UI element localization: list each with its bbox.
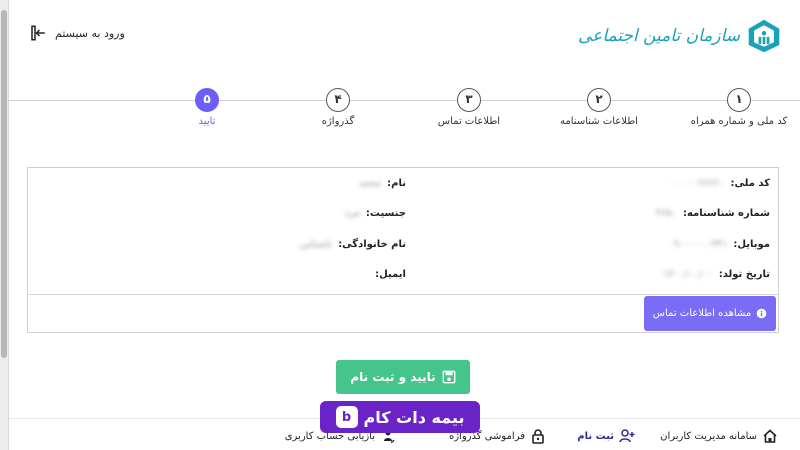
login-link[interactable]: ورود به سیستم [29, 24, 125, 42]
id-number-field: شماره شناسنامه: ۳۶۵۰ [655, 208, 770, 219]
last-name-field: نام خانوادگی: ناشناس [300, 239, 406, 250]
lock-icon [532, 429, 544, 444]
user-details-card: کد ملی: ۰۰۰۰۰۶۶۶۶۰ شماره شناسنامه: ۳۶۵۰ … [27, 167, 779, 333]
scrollbar-thumb[interactable] [1, 10, 7, 358]
step-circle: ۴ [326, 88, 350, 112]
step-label: تایید [198, 116, 216, 127]
step-birth-certificate: ٢ اطلاعات شناسنامه [529, 88, 669, 127]
step-label: اطلاعات شناسنامه [560, 116, 638, 127]
step-circle: ۵ [195, 88, 219, 112]
footer-register-label: ثبت نام [577, 430, 614, 442]
national-code-value: ۰۰۰۰۰۶۶۶۶۰ [670, 178, 725, 189]
mobile-value: ۰۹۰۰۰۰۰۰۳۴۱ [668, 239, 728, 250]
logo-mark-icon [748, 19, 780, 53]
last-name-value: ناشناس [299, 239, 333, 250]
contact-button-label: مشاهده اطلاعات تماس [652, 308, 752, 319]
footer-register[interactable]: ثبت نام [577, 428, 635, 444]
stepper: ١ کد ملی و شماره همراه ٢ اطلاعات شناسنام… [9, 88, 800, 138]
gender-field: جنسیت: مرد [345, 208, 406, 219]
watermark-logo-icon: b [335, 406, 358, 428]
login-label: ورود به سیستم [55, 26, 125, 40]
watermark-text: بیمه دات کام [363, 407, 465, 427]
logo: سازمان تامین اجتماعی [578, 18, 782, 54]
gender-label: جنسیت: [365, 208, 406, 219]
view-contact-info-button[interactable]: مشاهده اطلاعات تماس [644, 296, 776, 331]
step-password: ۴ گذرواژه [268, 88, 408, 127]
home-icon [763, 429, 777, 443]
header: ورود به سیستم سازمان تامین اجتماعی [9, 0, 800, 90]
birth-date-value: ۱۳۰۰/۰۰/۰۰ [663, 269, 713, 280]
gender-value: مرد [344, 208, 360, 219]
step-circle: ٣ [457, 88, 481, 112]
sign-in-icon [31, 25, 45, 41]
step-contact-info: ٣ اطلاعات تماس [399, 88, 539, 127]
step-confirm: ۵ تایید [137, 88, 277, 127]
save-icon [442, 370, 456, 384]
id-number-value: ۳۶۵۰ [655, 208, 677, 219]
logo-text: سازمان تامین اجتماعی [578, 26, 740, 46]
step-label: گذرواژه [321, 116, 355, 127]
step-label: کد ملی و شماره همراه [690, 116, 788, 127]
email-label: ایمیل: [375, 269, 406, 280]
first-name-label: نام: [387, 178, 406, 189]
email-field: ایمیل: [369, 269, 406, 280]
step-circle: ١ [727, 88, 751, 112]
mobile-label: موبایل: [733, 239, 770, 250]
confirm-button-label: تایید و ثبت نام [350, 370, 436, 384]
info-circle-icon [756, 308, 767, 319]
footer-user-management-label: سامانه مدیریت کاربران [660, 430, 757, 442]
step-national-code: ١ کد ملی و شماره همراه [669, 88, 800, 127]
step-circle: ٢ [587, 88, 611, 112]
confirm-register-button[interactable]: تایید و ثبت نام [336, 360, 470, 394]
mobile-field: موبایل: ۰۹۰۰۰۰۰۰۳۴۱ [668, 239, 770, 250]
card-divider [28, 294, 778, 295]
vertical-scrollbar[interactable] [0, 0, 9, 450]
national-code-field: کد ملی: ۰۰۰۰۰۶۶۶۶۰ [671, 178, 770, 189]
national-code-label: کد ملی: [730, 178, 770, 189]
user-plus-icon [619, 429, 635, 443]
birth-date-label: تاریخ تولد: [718, 269, 770, 280]
watermark-banner: بیمه دات کام b [320, 401, 480, 433]
step-label: اطلاعات تماس [437, 116, 501, 127]
first-name-value: محمد [358, 178, 382, 189]
footer-user-management[interactable]: سامانه مدیریت کاربران [660, 428, 778, 444]
first-name-field: نام: محمد [358, 178, 406, 189]
last-name-label: نام خانوادگی: [338, 239, 406, 250]
birth-date-field: تاریخ تولد: ۱۳۰۰/۰۰/۰۰ [663, 269, 770, 280]
id-number-label: شماره شناسنامه: [682, 208, 770, 219]
